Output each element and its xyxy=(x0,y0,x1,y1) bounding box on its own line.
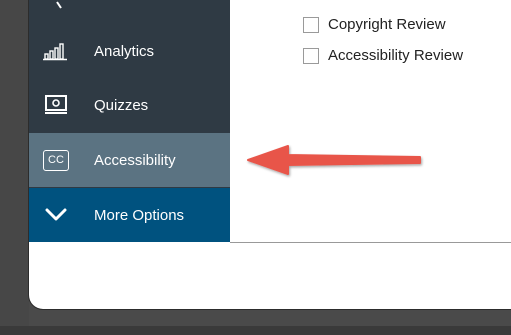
sidebar-item-label: Accessibility xyxy=(94,151,176,169)
accessibility-review-option[interactable]: Accessibility Review xyxy=(303,47,463,64)
sidebar-item-analytics[interactable]: Analytics xyxy=(29,24,230,78)
background-bottom xyxy=(0,326,511,335)
chevron-down-icon xyxy=(43,202,69,228)
chevron-icon xyxy=(56,1,62,9)
background-left xyxy=(0,0,29,335)
monitor-icon xyxy=(43,92,69,118)
accessibility-review-checkbox[interactable] xyxy=(303,47,319,64)
sidebar-item-truncated[interactable] xyxy=(29,0,230,24)
sidebar-item-more-options[interactable]: More Options xyxy=(29,188,230,242)
sidebar-item-label: Analytics xyxy=(94,42,155,60)
sidebar-item-accessibility[interactable]: CC Accessibility xyxy=(29,133,230,187)
cc-icon: CC xyxy=(43,147,69,173)
pointer-arrow-icon xyxy=(247,145,421,175)
sidebar-item-label: Quizzes xyxy=(94,96,149,114)
sidebar-item-quizzes[interactable]: Quizzes xyxy=(29,78,230,132)
bar-chart-icon xyxy=(43,38,69,64)
copyright-review-label: Copyright Review xyxy=(328,16,446,33)
copyright-review-checkbox[interactable] xyxy=(303,16,319,33)
content-divider xyxy=(230,242,511,243)
sidebar-item-label: More Options xyxy=(94,206,185,224)
accessibility-review-label: Accessibility Review xyxy=(328,47,464,64)
copyright-review-option[interactable]: Copyright Review xyxy=(303,16,446,33)
sidebar: Analytics Quizzes CC Accessibility More … xyxy=(29,0,230,242)
cc-icon-text: CC xyxy=(43,149,69,171)
